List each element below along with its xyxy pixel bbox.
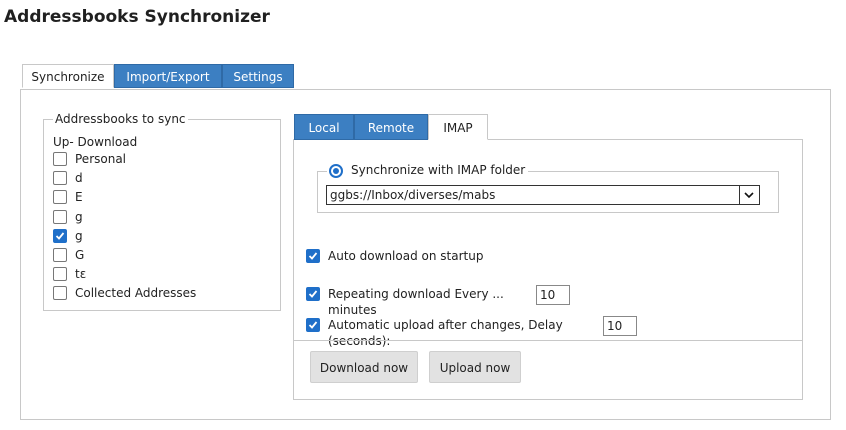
addressbook-label: Personal <box>75 152 127 166</box>
auto-upload-option[interactable]: Automatic upload after changes, Delay (s… <box>306 317 606 348</box>
addressbook-label: g <box>75 209 83 224</box>
addressbook-item[interactable]: d <box>53 169 253 187</box>
addressbook-checkbox[interactable] <box>53 267 67 282</box>
addressbooks-legend: Addressbooks to sync <box>53 112 188 126</box>
addressbook-label: tɛ <box>75 267 87 282</box>
addressbook-item[interactable]: G <box>53 246 253 264</box>
auto-upload-checkbox[interactable] <box>306 318 320 332</box>
tab-local[interactable]: Local <box>294 114 354 140</box>
auto-download-checkbox[interactable] <box>306 249 320 263</box>
addressbook-label: Collected Addresses <box>75 286 197 301</box>
addressbook-item[interactable]: g <box>53 227 253 245</box>
imap-radio[interactable] <box>329 164 343 178</box>
addressbook-checkbox[interactable] <box>53 286 67 301</box>
download-now-button[interactable]: Download now <box>310 351 418 383</box>
tab-settings[interactable]: Settings <box>222 64 294 88</box>
addressbook-checkbox[interactable] <box>53 228 67 243</box>
addressbook-item[interactable]: E <box>53 188 253 206</box>
addressbook-checkbox[interactable] <box>53 190 67 205</box>
addressbook-checkbox[interactable] <box>53 248 67 262</box>
addressbook-label: G <box>75 248 85 262</box>
upload-now-button[interactable]: Upload now <box>429 351 521 383</box>
repeat-download-checkbox[interactable] <box>306 287 320 301</box>
addressbook-label: d <box>75 171 83 186</box>
imap-radio-option[interactable]: Synchronize with IMAP folder <box>327 163 529 179</box>
tab-synchronize[interactable]: Synchronize <box>22 64 114 88</box>
addressbook-item[interactable]: Personal <box>53 150 253 168</box>
app-title: Addressbooks Synchronizer <box>4 7 270 27</box>
addressbook-checkbox[interactable] <box>53 209 67 224</box>
addressbook-checkbox[interactable] <box>53 171 67 186</box>
imap-radio-label: Synchronize with IMAP folder <box>351 163 526 177</box>
repeat-minutes-input[interactable]: 10 <box>536 285 570 305</box>
addressbook-label: g <box>75 228 83 243</box>
tab-import-export[interactable]: Import/Export <box>114 64 222 88</box>
tab-imap[interactable]: IMAP <box>428 114 488 140</box>
addressbook-item[interactable]: g <box>53 208 253 226</box>
chevron-down-icon[interactable] <box>739 186 759 204</box>
auto-download-option[interactable]: Auto download on startup <box>306 248 706 264</box>
repeat-download-label: Repeating download Every ... minutes <box>328 287 504 317</box>
divider <box>294 340 802 341</box>
repeat-download-option[interactable]: Repeating download Every ... minutes <box>306 286 546 317</box>
addressbook-item[interactable]: Collected Addresses <box>53 284 253 302</box>
tab-remote[interactable]: Remote <box>354 114 428 140</box>
auto-upload-label: Automatic upload after changes, Delay (s… <box>328 318 563 348</box>
imap-folder-value: ggbs://Inbox/diverses/mabs <box>330 188 496 202</box>
imap-folder-select[interactable]: ggbs://Inbox/diverses/mabs <box>326 185 760 205</box>
up-download-header: Up- Download <box>53 135 138 149</box>
addressbook-item[interactable]: tɛ <box>53 265 253 283</box>
upload-delay-input[interactable]: 10 <box>603 316 637 336</box>
addressbooks-list: Personal d Eg g Gtɛ Collected Addresses <box>43 150 281 310</box>
addressbook-label: E <box>75 190 83 205</box>
auto-download-label: Auto download on startup <box>328 249 484 263</box>
addressbook-checkbox[interactable] <box>53 152 67 166</box>
